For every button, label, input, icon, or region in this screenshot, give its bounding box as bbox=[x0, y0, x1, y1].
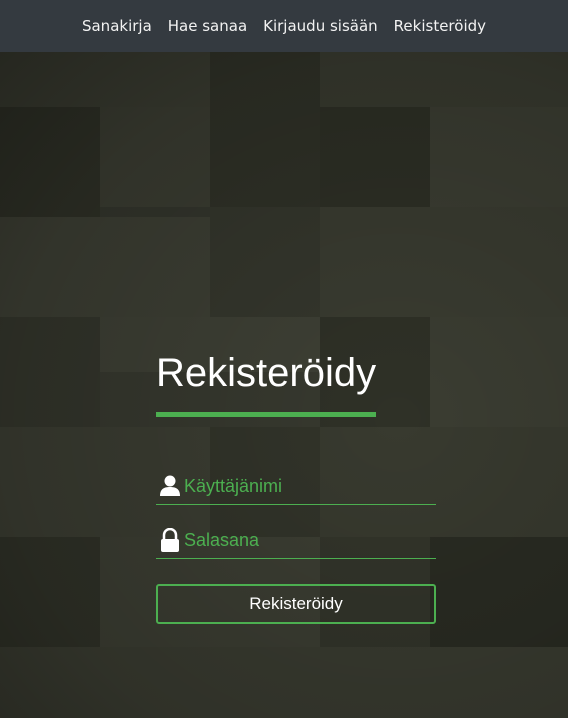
nav-link-sanakirja[interactable]: Sanakirja bbox=[74, 17, 160, 35]
password-field bbox=[156, 522, 436, 559]
nav-link-hae-sanaa[interactable]: Hae sanaa bbox=[160, 17, 255, 35]
username-field bbox=[156, 468, 436, 505]
top-navbar: Sanakirja Hae sanaa Kirjaudu sisään Reki… bbox=[0, 0, 568, 52]
register-button[interactable]: Rekisteröidy bbox=[156, 584, 436, 624]
user-icon bbox=[160, 475, 180, 496]
title-underline bbox=[156, 412, 376, 417]
password-input[interactable] bbox=[184, 529, 424, 551]
register-form: Rekisteröidy Rekisteröidy bbox=[156, 350, 436, 624]
nav-link-kirjaudu[interactable]: Kirjaudu sisään bbox=[255, 17, 386, 35]
nav-link-rekisteroidy[interactable]: Rekisteröidy bbox=[386, 17, 494, 35]
username-input[interactable] bbox=[184, 475, 424, 497]
lock-icon bbox=[161, 528, 179, 552]
form-title: Rekisteröidy bbox=[156, 351, 377, 395]
